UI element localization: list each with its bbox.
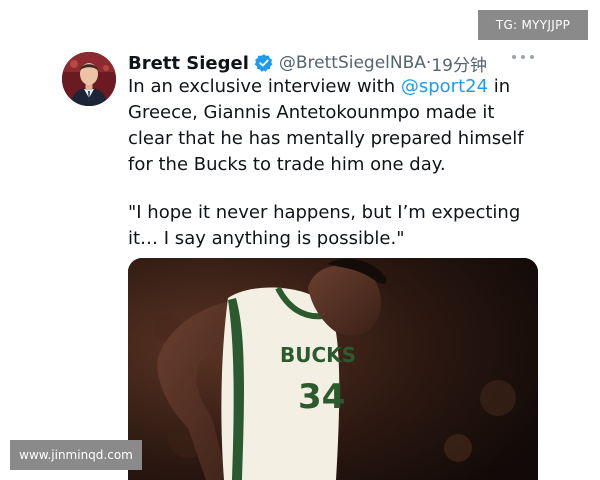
author-name[interactable]: Brett Siegel	[128, 53, 249, 74]
tweet-quote: "I hope it never happens, but I’m expect…	[128, 202, 521, 249]
tweet-paragraph-1: In an exclusive interview with @sport24 …	[128, 74, 538, 178]
jersey-text: BUCKS	[280, 343, 356, 367]
tweet-text-intro: In an exclusive interview with	[128, 76, 401, 97]
site-watermark: www.jinminqd.com	[10, 440, 142, 470]
tweet-timestamp[interactable]: 19分钟	[431, 51, 487, 76]
more-dot	[512, 55, 516, 59]
mention-link[interactable]: @sport24	[401, 76, 488, 97]
tweet-body: In an exclusive interview with @sport24 …	[128, 74, 538, 252]
tweet-media-image[interactable]: BUCKS 34	[128, 258, 538, 480]
author-handle[interactable]: @BrettSiegelNBA	[279, 53, 426, 73]
tweet-card[interactable]: Brett Siegel @BrettSiegelNBA · 19分钟 In a…	[60, 48, 544, 480]
verified-badge-icon	[254, 53, 274, 73]
tg-watermark-badge: TG: MYYJJPP	[478, 10, 588, 40]
avatar-image	[62, 52, 116, 106]
player-photo: BUCKS 34	[128, 258, 538, 480]
tweet-header: Brett Siegel @BrettSiegelNBA · 19分钟	[128, 50, 487, 76]
more-dot	[530, 55, 534, 59]
screenshot-page: TG: MYYJJPP Brett Siegel @BrettSiegelNBA…	[0, 0, 600, 480]
jersey-number: 34	[298, 377, 345, 417]
avatar[interactable]	[62, 52, 116, 106]
more-dot	[521, 55, 525, 59]
more-options-icon[interactable]	[512, 52, 534, 62]
